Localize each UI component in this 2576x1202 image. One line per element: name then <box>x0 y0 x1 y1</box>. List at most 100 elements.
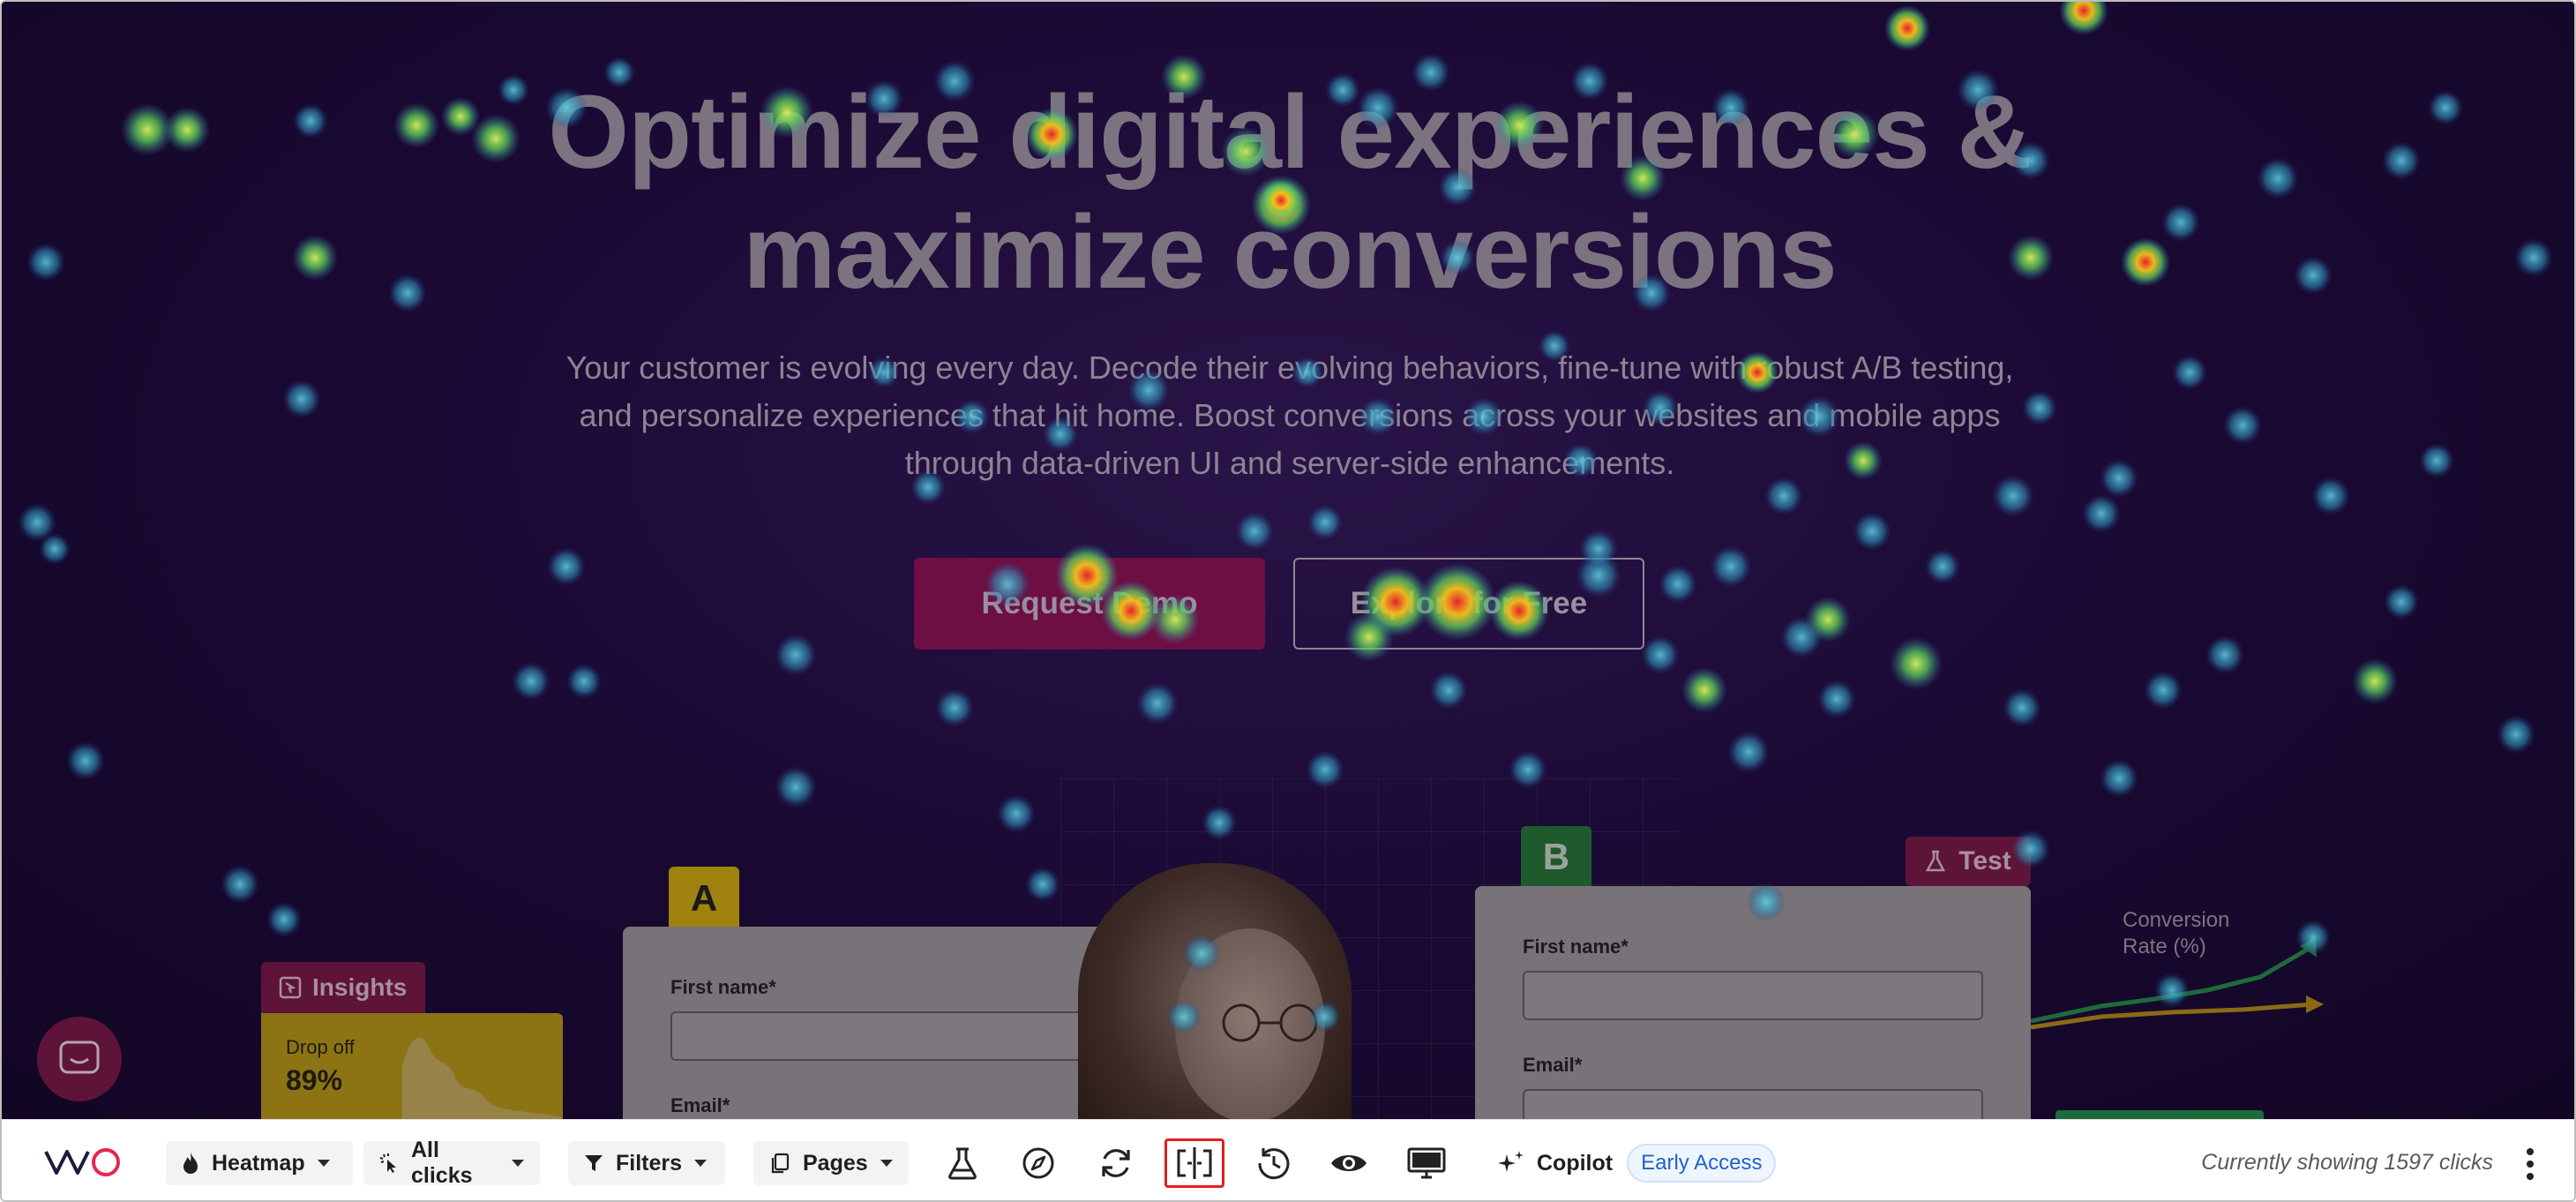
heatmap-click-blob <box>1727 731 1770 773</box>
first-name-field-b <box>1523 971 1983 1020</box>
heatmap-click-blob <box>66 741 105 780</box>
sparkle-icon <box>1498 1151 1524 1172</box>
first-name-field <box>670 1011 1105 1061</box>
cursor-click-icon <box>379 1153 396 1173</box>
heatmap-click-blob <box>775 634 817 676</box>
heatmap-click-blob <box>2205 635 2244 674</box>
flask-icon <box>948 1147 977 1180</box>
heatmap-click-blob <box>1817 680 1856 718</box>
hero-subtitle: Your customer is evolving every day. Dec… <box>496 344 2084 487</box>
heatmap-click-blob <box>1925 549 1960 584</box>
refresh-button[interactable] <box>1094 1141 1138 1185</box>
desktop-icon <box>1407 1147 1446 1179</box>
heatmap-click-blob <box>1429 671 1468 710</box>
clicks-count-status: Currently showing 1597 clicks <box>2201 1150 2493 1175</box>
heatmap-click-blob <box>1641 635 1680 674</box>
email-field-b <box>1523 1089 1983 1119</box>
chevron-down-icon <box>512 1160 524 1167</box>
hero-title-line-1: Optimize digital experiences & <box>548 74 2033 191</box>
insights-tag: Insights <box>261 962 425 1013</box>
heatmap-click-blob <box>547 547 586 586</box>
flask-small-icon <box>1926 850 1946 872</box>
heatmap-click-blob <box>2172 355 2207 390</box>
heatmap-click-blob <box>1884 5 1930 51</box>
heatmap-click-blob <box>2384 584 2419 620</box>
history-icon <box>1258 1148 1290 1180</box>
insights-sparkline-graphic <box>402 1037 561 1119</box>
heatmap-toolbar: Heatmap All clicks Filters Pages Copilot… <box>2 1119 2574 1200</box>
pages-dropdown[interactable]: Pages <box>753 1141 909 1185</box>
chat-widget-button[interactable] <box>37 1017 122 1101</box>
hero-title-line-2: maximize conversions <box>743 194 1837 311</box>
heatmap-click-blob <box>2082 494 2121 533</box>
experiments-button[interactable] <box>940 1141 985 1185</box>
heatmap-click-blob <box>1681 667 1727 713</box>
explore-for-free-button[interactable]: Explore for Free <box>1293 558 1644 650</box>
refresh-icon <box>1102 1149 1130 1177</box>
heatmap-click-blob <box>1890 637 1943 690</box>
heatmap-type-dropdown[interactable]: Heatmap <box>166 1141 353 1185</box>
heatmap-click-blob <box>2352 658 2398 704</box>
heatmap-click-blob <box>2059 2 2108 35</box>
pages-label: Pages <box>803 1150 868 1176</box>
heatmap-click-blob <box>2311 477 2350 515</box>
heatmap-click-blob <box>1805 597 1851 642</box>
heatmap-click-blob <box>1659 565 1697 604</box>
heatmap-click-blob <box>512 662 550 701</box>
device-button[interactable] <box>1404 1141 1449 1185</box>
heatmap-click-blob <box>2003 688 2041 727</box>
clicks-type-label: All clicks <box>411 1138 473 1188</box>
heatmap-click-blob <box>2223 406 2262 445</box>
filter-icon <box>585 1155 603 1171</box>
email-label-b: Email* <box>1523 1054 1583 1076</box>
heatmap-click-blob <box>266 902 302 937</box>
hero-subtitle-line-2: and personalize experiences that hit hom… <box>579 397 2001 433</box>
history-button[interactable] <box>1251 1141 1295 1185</box>
heatmap-click-blob <box>2100 759 2138 798</box>
heatmap-click-blob <box>1136 682 1179 725</box>
heatmap-click-blob <box>221 865 259 904</box>
filters-label: Filters <box>616 1150 683 1176</box>
heatmap-click-blob <box>2419 443 2454 478</box>
heatmap-click-blob <box>2144 671 2183 710</box>
split-view-button[interactable] <box>1164 1138 1224 1188</box>
heatmap-click-blob <box>1307 505 1343 540</box>
insights-tag-label: Insights <box>312 973 408 1001</box>
clicks-type-dropdown[interactable]: All clicks <box>363 1138 540 1188</box>
hero-subtitle-line-3: through data-driven UI and server-side e… <box>904 445 1675 481</box>
filters-dropdown[interactable]: Filters <box>568 1141 725 1185</box>
heatmap-click-blob <box>2497 715 2535 754</box>
insights-card: Drop off 89% <box>261 1013 563 1119</box>
chevron-down-icon <box>694 1160 708 1167</box>
chevron-down-icon <box>317 1160 330 1167</box>
split-view-icon <box>1177 1147 1212 1179</box>
heatmap-click-blob <box>1710 545 1752 588</box>
copilot-label: Copilot <box>1537 1150 1614 1176</box>
heatmap-click-blob <box>39 533 71 565</box>
variant-b-form: First name* Email* <box>1475 886 2031 1119</box>
eye-icon <box>1331 1155 1367 1171</box>
early-access-badge: Early Access <box>1627 1144 1777 1183</box>
heatmap-click-blob <box>1025 867 1060 902</box>
heatmap-click-blob <box>2100 459 2138 498</box>
first-name-label: First name* <box>670 976 776 998</box>
variant-a-form: First name* Email* <box>623 927 1152 1119</box>
heatmap-click-blob <box>1853 512 1891 551</box>
heatmap-canvas[interactable]: Optimize digital experiences & maximize … <box>2 2 2574 1119</box>
test-tag: Test <box>1906 837 2031 886</box>
navigate-button[interactable] <box>1016 1141 1060 1185</box>
chevron-down-icon <box>880 1160 893 1167</box>
hero-subtitle-line-1: Your customer is evolving every day. Dec… <box>565 349 2014 386</box>
vwo-logo <box>44 1148 120 1176</box>
preview-button[interactable] <box>1327 1141 1371 1185</box>
heatmap-type-label: Heatmap <box>212 1150 305 1176</box>
conversion-lines-graphic <box>2031 937 2324 1030</box>
copilot-button[interactable]: Copilot Early Access <box>1494 1141 1777 1185</box>
app-window: Optimize digital experiences & maximize … <box>0 0 2576 1202</box>
flame-icon <box>183 1153 198 1174</box>
heatmap-click-blob <box>1780 616 1823 658</box>
request-demo-button[interactable]: Request Demo <box>914 558 1265 650</box>
more-options-icon[interactable] <box>2521 1143 2539 1185</box>
hero-title: Optimize digital experiences & maximize … <box>2 72 2574 312</box>
heatmap-click-blob <box>1235 512 1274 551</box>
